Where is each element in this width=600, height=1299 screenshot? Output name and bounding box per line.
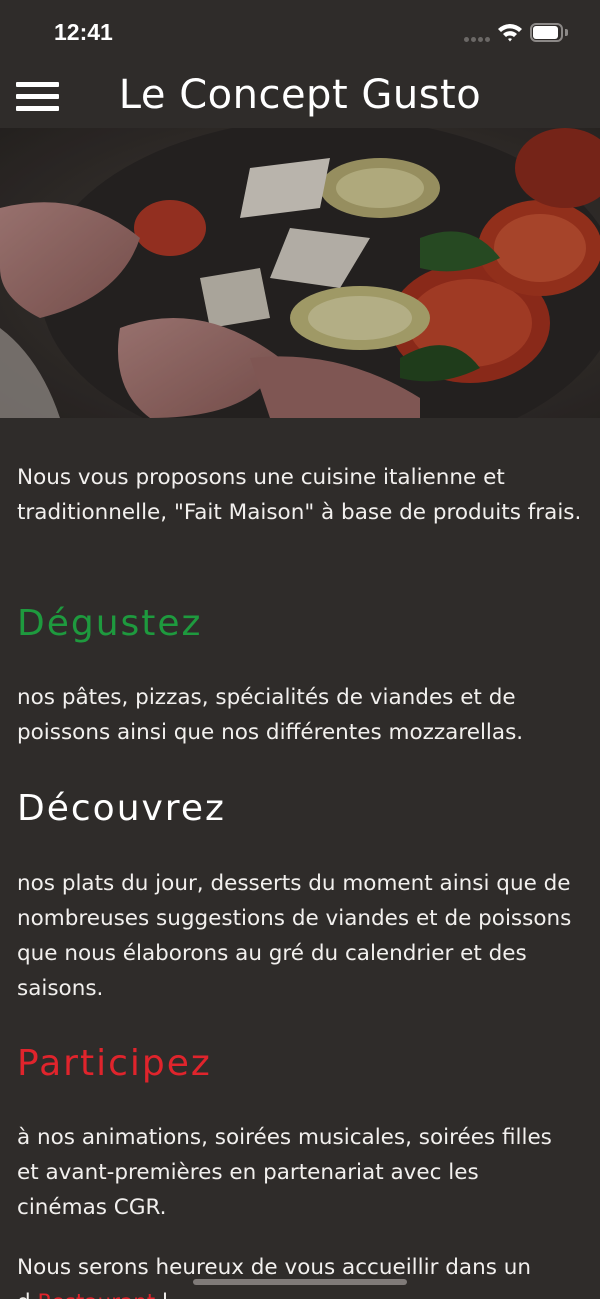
participez-text: à nos animations, soirées musicales, soi… xyxy=(17,1125,552,1220)
hero-food-image xyxy=(0,128,600,418)
heading-degustez: Dégustez xyxy=(17,603,203,644)
closing-rest: l xyxy=(155,1290,168,1299)
restaurant-link[interactable]: Restaurant xyxy=(38,1290,156,1299)
status-bar: 12:41 xyxy=(0,0,600,66)
closing-line-1: Nous serons heureux de vous accueillir d… xyxy=(17,1255,531,1280)
intro-text: Nous vous proposons une cuisine italienn… xyxy=(17,465,582,525)
home-indicator[interactable] xyxy=(193,1279,407,1285)
heading-decouvrez: Découvrez xyxy=(17,788,226,829)
decouvrez-text: nos plats du jour, desserts du moment ai… xyxy=(17,871,572,1001)
cellular-signal-icon xyxy=(464,34,490,42)
degustez-text: nos pâtes, pizzas, spécialités de viande… xyxy=(17,685,524,745)
closing-text: Nous serons heureux de vous accueillir d… xyxy=(17,1250,597,1299)
closing-partial: d xyxy=(17,1290,31,1299)
battery-icon xyxy=(530,23,568,42)
status-time: 12:41 xyxy=(54,19,113,45)
navigation-bar: Le Concept Gusto xyxy=(0,66,600,128)
heading-participez: Participez xyxy=(17,1043,212,1084)
app-screen: 12:41 Le Concept Gusto Nous vous proposo… xyxy=(0,0,600,1299)
wifi-icon xyxy=(497,22,523,42)
page-title: Le Concept Gusto xyxy=(118,72,482,118)
